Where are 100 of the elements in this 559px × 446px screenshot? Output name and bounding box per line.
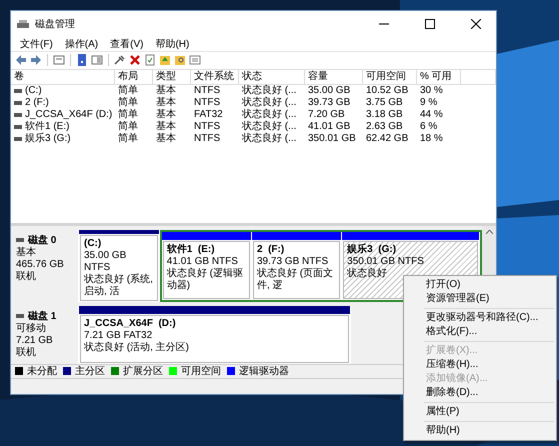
column-header[interactable]: 状态 (239, 70, 305, 85)
partition-status: 状态良好 (347, 268, 388, 280)
check-document-icon[interactable] (144, 54, 156, 66)
legend-label: 可用空间 (181, 364, 221, 378)
column-header[interactable]: 布局 (115, 70, 153, 85)
table-cell-text: 状态良好 (... (241, 96, 298, 108)
table-cell-text: 基本 (155, 84, 177, 96)
table-cell-text: 10.52 GB (365, 84, 410, 97)
disk-management-icon (17, 19, 29, 29)
table-cell-text: 2.63 GB (365, 120, 404, 133)
volume-cell[interactable]: (C:) (11, 84, 115, 97)
table-cell-text: 30 % (419, 84, 444, 97)
context-menu-item[interactable]: 压缩卷(H)... (404, 358, 556, 372)
legend-label: 扩展分区 (123, 364, 163, 378)
menu-item[interactable]: 文件(F) (15, 37, 58, 51)
menu-item[interactable]: 操作(A) (60, 37, 104, 51)
menu-item[interactable]: 查看(V) (105, 37, 148, 51)
folder-up-icon[interactable] (159, 54, 171, 66)
partition-status: 状态良好 (系统, 启动, 活 (84, 274, 154, 298)
maximize-icon (425, 19, 435, 29)
legend-label: 主分区 (75, 364, 105, 378)
table-cell-text: 简单 (117, 120, 139, 132)
volume-cell[interactable]: 2 (F:) (11, 96, 115, 109)
table-cell-text: 6 % (419, 120, 438, 133)
table-cell-text: 3.18 GB (365, 108, 404, 121)
scroll-up-icon[interactable] (486, 230, 492, 234)
table-cell-text: 39.73 GB (307, 96, 352, 109)
forward-arrow-icon[interactable] (30, 54, 42, 66)
partition-label: J_CCSA_X64F (D:) (84, 318, 176, 330)
table-cell-text: NTFS (193, 96, 222, 109)
help-icon[interactable] (76, 54, 88, 66)
column-header[interactable]: 容量 (305, 70, 363, 85)
column-header[interactable]: 文件系统 (191, 70, 239, 85)
partition-size: 41.01 GB NTFS (166, 256, 238, 268)
table-cell-text: 62.42 GB (365, 132, 410, 145)
context-menu-item[interactable]: 格式化(F)... (404, 325, 556, 339)
disk-state: 联机 (16, 270, 37, 283)
delete-icon[interactable] (129, 54, 141, 66)
context-menu-item[interactable]: 更改驱动器号和路径(C)... (404, 311, 556, 325)
disk-name: 磁盘 1 (28, 310, 56, 323)
table-cell-text: 基本 (155, 96, 177, 108)
context-menu-item[interactable]: 帮助(H) (404, 424, 556, 438)
disk-type: 基本 (16, 246, 37, 259)
table-cell-text: 简单 (117, 132, 139, 145)
partition-label: (C:) (84, 238, 102, 250)
column-header[interactable]: 类型 (153, 70, 191, 85)
partition-status: 状态良好 (页面文件, 逻 (256, 268, 334, 292)
back-arrow-icon[interactable] (15, 54, 27, 66)
partition-size: 39.73 GB NTFS (256, 256, 328, 268)
table-cell-text: 基本 (155, 132, 177, 145)
table-cell-text: 简单 (117, 108, 139, 120)
properties-icon[interactable] (189, 54, 201, 66)
column-header[interactable]: % 可用 (417, 70, 461, 85)
table-cell-text: 44 % (419, 108, 444, 121)
partition-label: 2 (F:) (256, 244, 284, 256)
folder-search-icon[interactable] (174, 54, 186, 66)
volume-cell[interactable]: 娱乐3 (G:) (11, 132, 115, 145)
table-cell-text: 3.75 GB (365, 96, 404, 109)
partition-block[interactable]: 软件1 (E:) 41.01 GB NTFS 状态良好 (逻辑驱动器) (162, 240, 250, 299)
disk-state: 联机 (16, 346, 37, 359)
table-cell-text: 350.01 GB (307, 132, 357, 145)
list-view-icon[interactable] (53, 54, 65, 66)
panel-view-icon[interactable] (91, 54, 103, 66)
partition-status: 状态良好 (活动, 主分区) (84, 342, 189, 354)
volume-cell[interactable]: 软件1 (E:) (11, 120, 115, 133)
partition-block[interactable]: J_CCSA_X64F (D:) 7.21 GB FAT32 状态良好 (活动, 主分区) (80, 314, 349, 363)
table-cell-text: FAT32 (193, 108, 224, 121)
context-menu-item[interactable]: 删除卷(D)... (404, 386, 556, 400)
table-cell-text: 基本 (155, 120, 177, 132)
partition-size: 350.01 GB NTFS (347, 256, 424, 268)
disk-type: 可移动 (16, 322, 47, 335)
table-cell-text: NTFS (193, 132, 222, 145)
table-cell-text: 状态良好 (... (241, 108, 298, 120)
context-menu-item[interactable]: 属性(P) (404, 405, 556, 419)
partition-block[interactable]: 2 (F:) 39.73 GB NTFS 状态良好 (页面文件, 逻 (252, 240, 340, 299)
volume-cell[interactable]: J_CCSA_X64F (D:) (11, 108, 115, 121)
table-cell-text: 35.00 GB (307, 84, 352, 97)
partition-label: 娱乐3 (G:) (347, 244, 396, 256)
legend-label: 未分配 (27, 364, 57, 378)
connect-icon[interactable] (114, 54, 126, 66)
table-cell-text: 简单 (117, 96, 139, 108)
partition-block[interactable]: (C:) 35.00 GB NTFS 状态良好 (系统, 启动, 活 (80, 234, 158, 301)
table-cell-text: 状态良好 (... (241, 84, 298, 96)
table-cell-text: 18 % (419, 132, 444, 145)
table-cell-text: 状态良好 (... (241, 120, 298, 132)
disk-size: 465.76 GB (16, 258, 65, 270)
table-cell-text: 状态良好 (... (241, 132, 298, 145)
table-cell-text: 9 % (419, 96, 438, 109)
partition-size: 35.00 GB NTFS (84, 250, 128, 274)
column-header[interactable]: 卷 (11, 70, 115, 85)
column-header[interactable]: 可用空间 (363, 70, 417, 85)
table-cell-text: NTFS (193, 120, 222, 133)
table-cell-text: 41.01 GB (307, 120, 352, 133)
table-cell-text: 7.20 GB (307, 108, 346, 121)
table-cell-text: NTFS (193, 84, 222, 97)
disk-name: 磁盘 0 (28, 234, 56, 246)
menu-item[interactable]: 帮助(H) (150, 37, 194, 51)
partition-size: 7.21 GB FAT32 (84, 330, 152, 342)
disk-size: 7.21 GB (16, 334, 54, 346)
window-title: 磁盘管理 (35, 18, 76, 31)
